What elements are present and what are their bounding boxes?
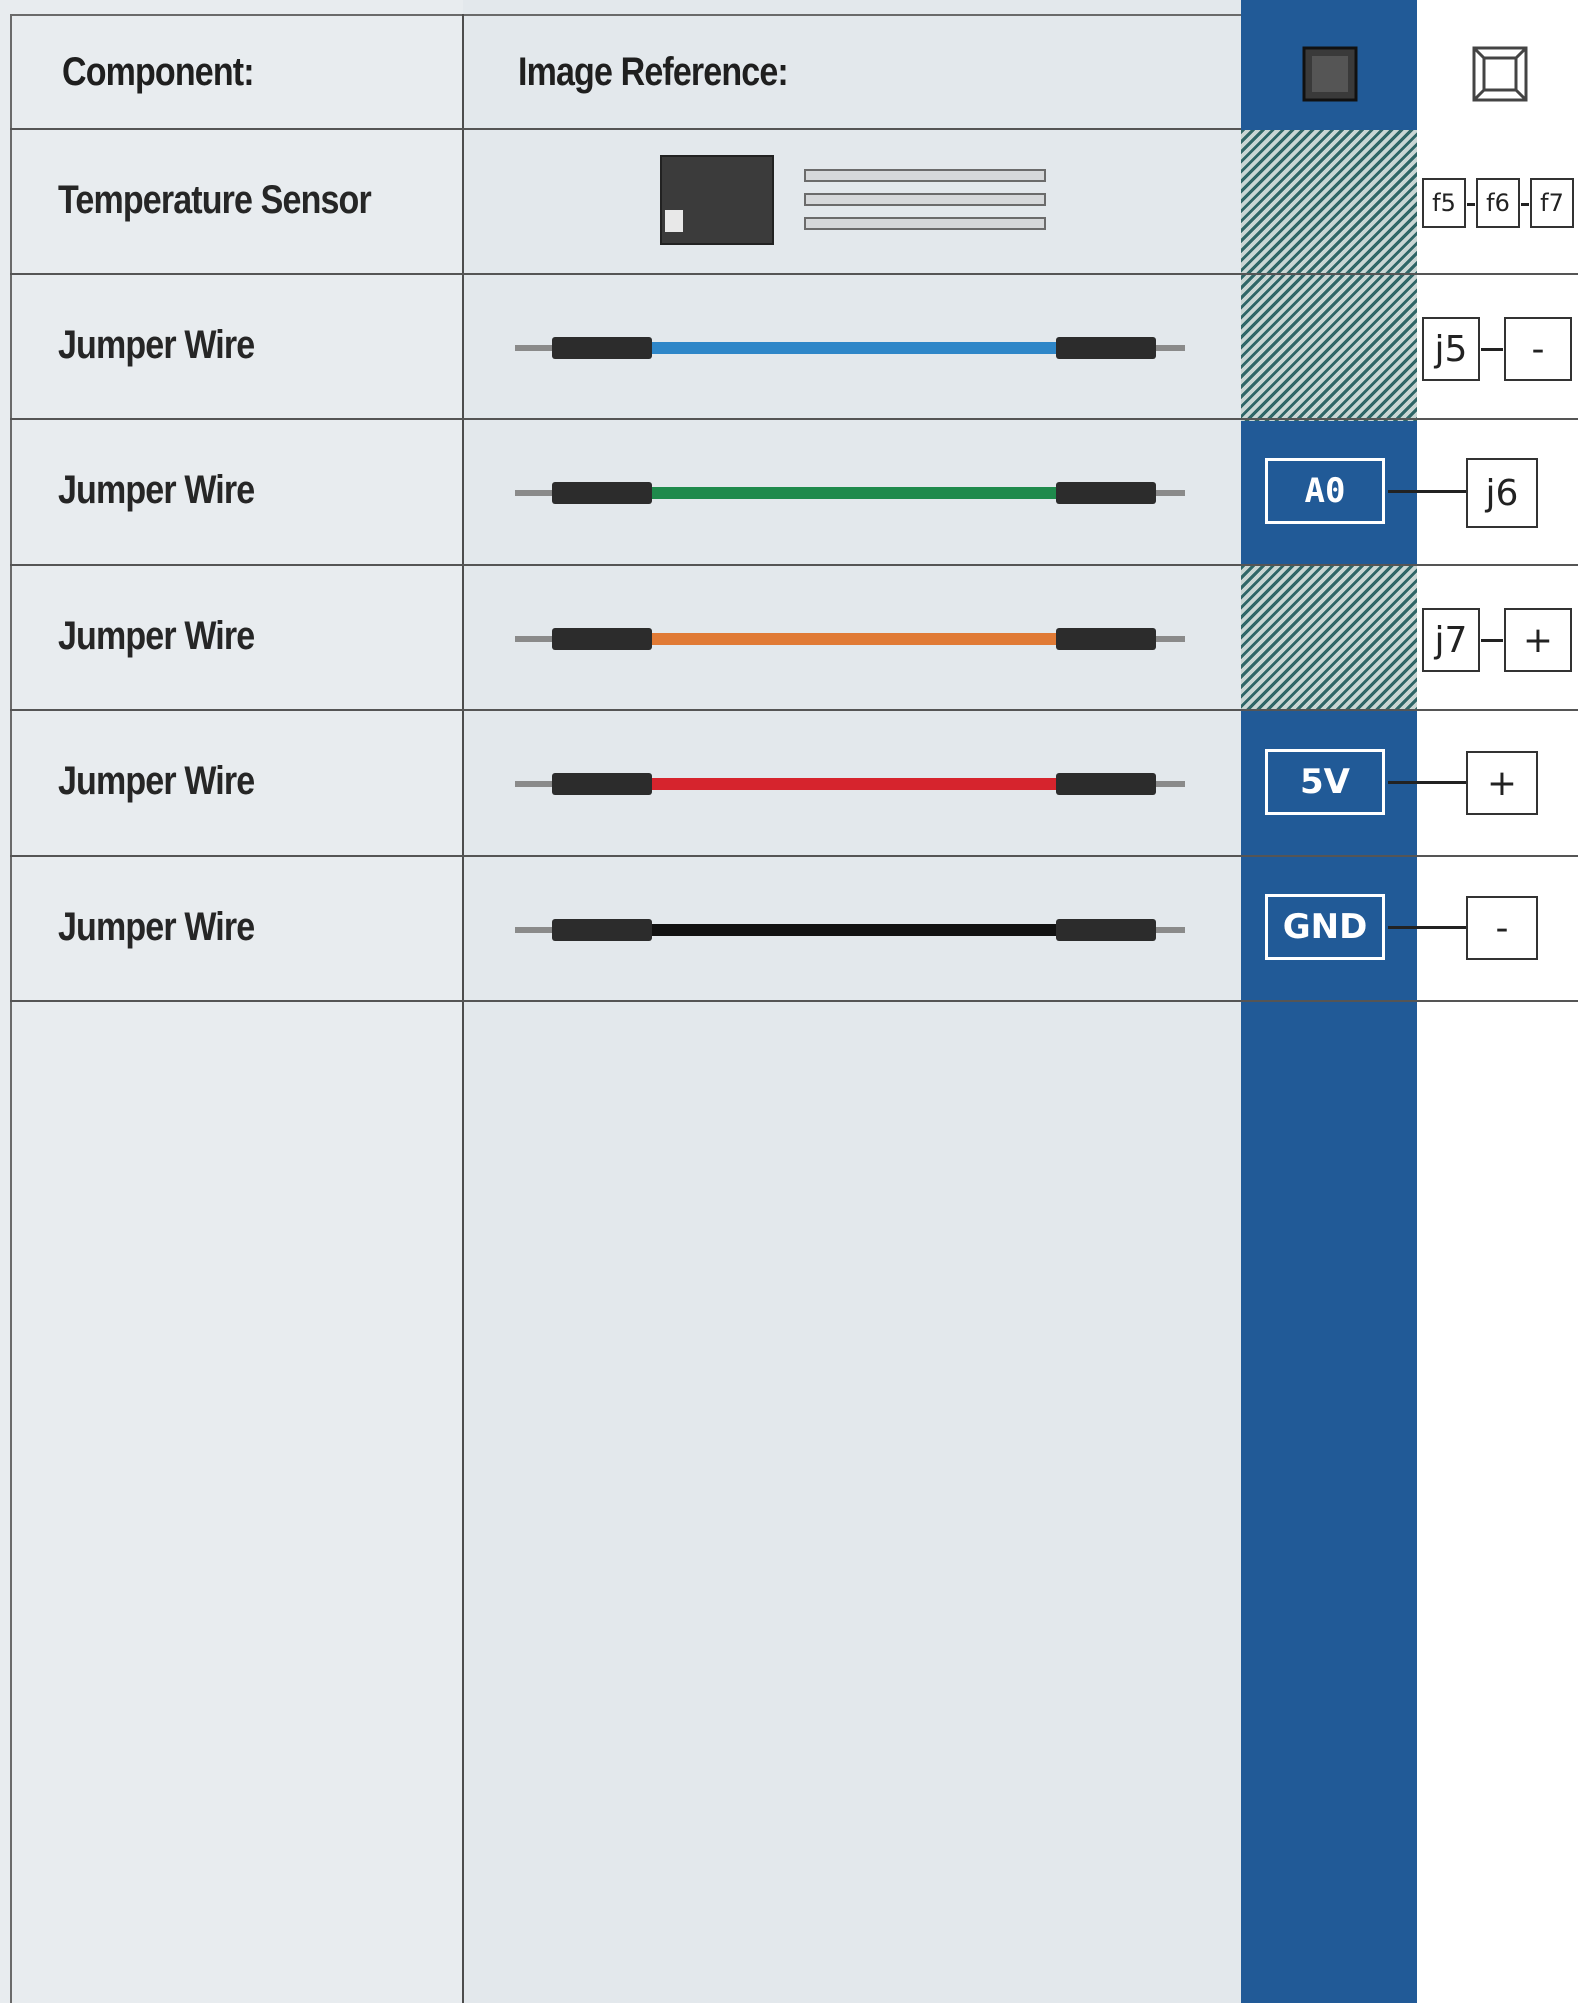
hatched-cell-sensor (1241, 130, 1417, 275)
jumper-wire-2 (515, 482, 1185, 504)
hatched-cell-wire-3 (1241, 566, 1417, 711)
connection-line (1388, 490, 1468, 493)
connector-dash (1521, 203, 1529, 206)
jumper-wire-1 (515, 337, 1185, 359)
hatched-cell-wire-1 (1241, 275, 1417, 421)
breadboard-icon (1472, 46, 1528, 102)
arduino-pin-5v: 5V (1265, 749, 1385, 815)
component-label: Jumper Wire (58, 468, 255, 512)
jumper-wire-3 (515, 628, 1185, 650)
jumper-wire-4 (515, 773, 1185, 795)
arduino-pin-gnd: GND (1265, 894, 1385, 960)
connector-dash (1467, 203, 1475, 206)
breadboard-hole-j6: j6 (1466, 458, 1538, 528)
column-divider-1 (462, 14, 464, 2003)
component-label: Temperature Sensor (58, 178, 372, 222)
breadboard-hole-j7: j7 (1422, 608, 1480, 672)
breadboard-rail-minus: - (1466, 896, 1538, 960)
jumper-wire-layer (515, 337, 1185, 941)
breadboard-rail-plus: + (1466, 751, 1538, 815)
component-table: Component: Image Reference: Temperature … (0, 0, 1578, 2003)
connection-line (1388, 781, 1468, 784)
breadboard-hole-f7: f7 (1530, 178, 1574, 228)
breadboard-rail-minus: - (1504, 317, 1572, 381)
connection-line (1388, 926, 1468, 929)
jumper-wire-5 (515, 919, 1185, 941)
component-label: Jumper Wire (58, 759, 255, 803)
component-label: Jumper Wire (58, 614, 255, 658)
header-component: Component: (62, 50, 255, 94)
breadboard-hole-j5: j5 (1422, 317, 1480, 381)
breadboard-rail-plus: + (1504, 608, 1572, 672)
connector-dash (1481, 639, 1503, 642)
arduino-pin-a0: A0 (1265, 458, 1385, 524)
component-label: Jumper Wire (58, 323, 255, 367)
connector-dash (1481, 348, 1503, 351)
table-border-left (10, 14, 12, 2003)
breadboard-hole-f6: f6 (1476, 178, 1520, 228)
component-label: Jumper Wire (58, 905, 255, 949)
arduino-board-icon (1302, 46, 1358, 102)
breadboard-hole-f5: f5 (1422, 178, 1466, 228)
